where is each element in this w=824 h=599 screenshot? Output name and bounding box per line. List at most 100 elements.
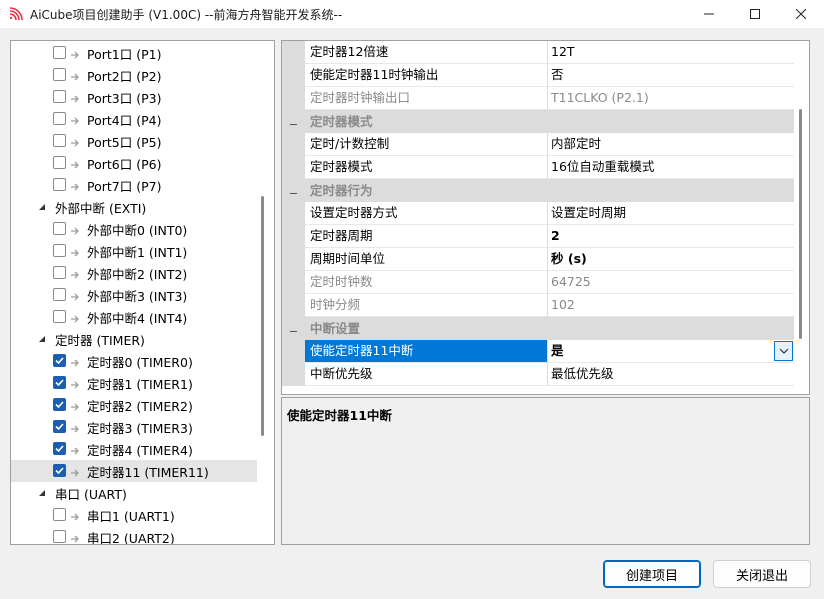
property-value[interactable]: 2	[548, 225, 794, 248]
property-name[interactable]: 使能定时器11中断	[305, 340, 548, 363]
tree-item[interactable]: 定时器4 (TIMER4)	[11, 438, 257, 460]
close-button[interactable]	[778, 0, 824, 28]
collapse-minus-icon[interactable]	[289, 324, 298, 333]
tree-item[interactable]: 定时器3 (TIMER3)	[11, 416, 257, 438]
tree-item[interactable]: 外部中断0 (INT0)	[11, 218, 257, 240]
tree-item[interactable]: 外部中断2 (INT2)	[11, 262, 257, 284]
property-value[interactable]: 16位自动重载模式	[548, 156, 794, 179]
expanded-triangle-icon[interactable]	[37, 488, 47, 498]
property-name[interactable]: 中断优先级	[305, 363, 548, 386]
tree-item-checkbox[interactable]	[53, 244, 66, 257]
tree-item[interactable]: 定时器1 (TIMER1)	[11, 372, 257, 394]
tree-item-checkbox[interactable]	[53, 222, 66, 235]
tree-item-checkbox[interactable]	[53, 90, 66, 103]
property-row[interactable]: 定时器12倍速 12T	[282, 41, 794, 64]
tree-item-checkbox[interactable]	[53, 420, 66, 433]
property-value[interactable]: 最低优先级	[548, 363, 794, 386]
collapse-minus-icon[interactable]	[289, 186, 298, 195]
minimize-button[interactable]	[686, 0, 732, 28]
property-value[interactable]: 秒 (s)	[548, 248, 794, 271]
tree-item-checkbox[interactable]	[53, 310, 66, 323]
tree-item-checkbox[interactable]	[53, 442, 66, 455]
tree-item-checkbox[interactable]	[53, 398, 66, 411]
tree-item-checkbox[interactable]	[53, 508, 66, 521]
expanded-triangle-icon[interactable]	[37, 202, 47, 212]
tree-item[interactable]: Port2口 (P2)	[11, 64, 257, 86]
property-category[interactable]: 定时器行为	[282, 179, 794, 202]
tree-scrollbar[interactable]	[261, 196, 264, 436]
tree-item-checkbox[interactable]	[53, 354, 66, 367]
tree-item[interactable]: 外部中断1 (INT1)	[11, 240, 257, 262]
collapse-minus-icon[interactable]	[289, 117, 298, 126]
tree-item[interactable]: 定时器0 (TIMER0)	[11, 350, 257, 372]
tree-item-checkbox[interactable]	[53, 376, 66, 389]
property-name[interactable]: 定时器模式	[305, 156, 548, 179]
property-value[interactable]: 内部定时	[548, 133, 794, 156]
property-row[interactable]: 定时器周期 2	[282, 225, 794, 248]
tree-item[interactable]: 外部中断3 (INT3)	[11, 284, 257, 306]
arrow-right-icon	[70, 290, 80, 301]
property-row[interactable]: 定时时钟数 64725	[282, 271, 794, 294]
property-row[interactable]: 使能定时器11时钟输出否	[282, 64, 794, 87]
property-name[interactable]: 时钟分频	[305, 294, 548, 317]
create-project-button[interactable]: 创建项目	[603, 560, 701, 588]
tree-item[interactable]: 定时器2 (TIMER2)	[11, 394, 257, 416]
property-row[interactable]: 定时器时钟输出口 T11CLKO (P2.1)	[282, 87, 794, 110]
tree-item[interactable]: Port5口 (P5)	[11, 130, 257, 152]
tree-item-checkbox[interactable]	[53, 266, 66, 279]
tree-item-checkbox[interactable]	[53, 464, 66, 477]
tree-item[interactable]: Port3口 (P3)	[11, 86, 257, 108]
property-name[interactable]: 定时器12倍速	[305, 41, 548, 64]
tree-item[interactable]: Port7口 (P7)	[11, 174, 257, 196]
tree-item-checkbox[interactable]	[53, 134, 66, 147]
tree-item-label: 定时器4 (TIMER4)	[87, 442, 193, 458]
tree-item-checkbox[interactable]	[53, 530, 66, 543]
tree-item-checkbox[interactable]	[53, 46, 66, 59]
tree-group[interactable]: 外部中断 (EXTI)	[11, 196, 257, 218]
maximize-button[interactable]	[732, 0, 778, 28]
tree-item[interactable]: 串口2 (UART2)	[11, 526, 257, 544]
tree-item-checkbox[interactable]	[53, 156, 66, 169]
property-name[interactable]: 定时/计数控制	[305, 133, 548, 156]
property-name[interactable]: 设置定时器方式	[305, 202, 548, 225]
property-row[interactable]: 中断优先级 最低优先级	[282, 363, 794, 386]
tree-item[interactable]: 外部中断4 (INT4)	[11, 306, 257, 328]
property-value[interactable]: 设置定时周期	[548, 202, 794, 225]
peripheral-tree[interactable]: Port1口 (P1) Port2口 (P2) Port3口 (P3) Port4口 …	[10, 40, 275, 545]
property-name[interactable]: 定时器周期	[305, 225, 548, 248]
tree-item[interactable]: Port6口 (P6)	[11, 152, 257, 174]
property-row[interactable]: 使能定时器11中断是	[282, 340, 794, 363]
arrow-right-icon	[70, 532, 80, 543]
property-row[interactable]: 定时/计数控制 内部定时	[282, 133, 794, 156]
expanded-triangle-icon[interactable]	[37, 334, 47, 344]
tree-item-checkbox[interactable]	[53, 288, 66, 301]
property-value[interactable]: 12T	[548, 41, 794, 64]
tree-item-checkbox[interactable]	[53, 112, 66, 125]
property-row[interactable]: 时钟分频 102	[282, 294, 794, 317]
tree-item[interactable]: 定时器11 (TIMER11)	[11, 460, 257, 482]
property-category[interactable]: 中断设置	[282, 317, 794, 340]
tree-item-checkbox[interactable]	[53, 68, 66, 81]
property-name[interactable]: 定时时钟数	[305, 271, 548, 294]
property-row[interactable]: 周期时间单位秒 (s)	[282, 248, 794, 271]
property-name[interactable]: 使能定时器11时钟输出	[305, 64, 548, 87]
property-name[interactable]: 周期时间单位	[305, 248, 548, 271]
property-name[interactable]: 定时器时钟输出口	[305, 87, 548, 110]
tree-group[interactable]: 串口 (UART)	[11, 482, 257, 504]
tree-item[interactable]: Port4口 (P4)	[11, 108, 257, 130]
arrow-right-icon	[70, 312, 80, 323]
maximize-icon	[750, 9, 760, 19]
tree-item[interactable]: Port1口 (P1)	[11, 42, 257, 64]
property-row[interactable]: 设置定时器方式 设置定时周期	[282, 202, 794, 225]
property-scrollbar[interactable]	[799, 109, 802, 339]
property-category[interactable]: 定时器模式	[282, 110, 794, 133]
value-dropdown-button[interactable]	[774, 341, 793, 361]
property-value[interactable]: 否	[548, 64, 794, 87]
property-grid[interactable]: 定时器12倍速 12T 使能定时器11时钟输出否定时器时钟输出口 T11CLKO (P…	[281, 40, 810, 395]
property-row[interactable]: 定时器模式 16位自动重载模式	[282, 156, 794, 179]
close-exit-button[interactable]: 关闭退出	[713, 560, 811, 588]
tree-item[interactable]: 串口1 (UART1)	[11, 504, 257, 526]
tree-item-checkbox[interactable]	[53, 178, 66, 191]
property-value[interactable]: 是	[548, 340, 794, 363]
tree-group[interactable]: 定时器 (TIMER)	[11, 328, 257, 350]
